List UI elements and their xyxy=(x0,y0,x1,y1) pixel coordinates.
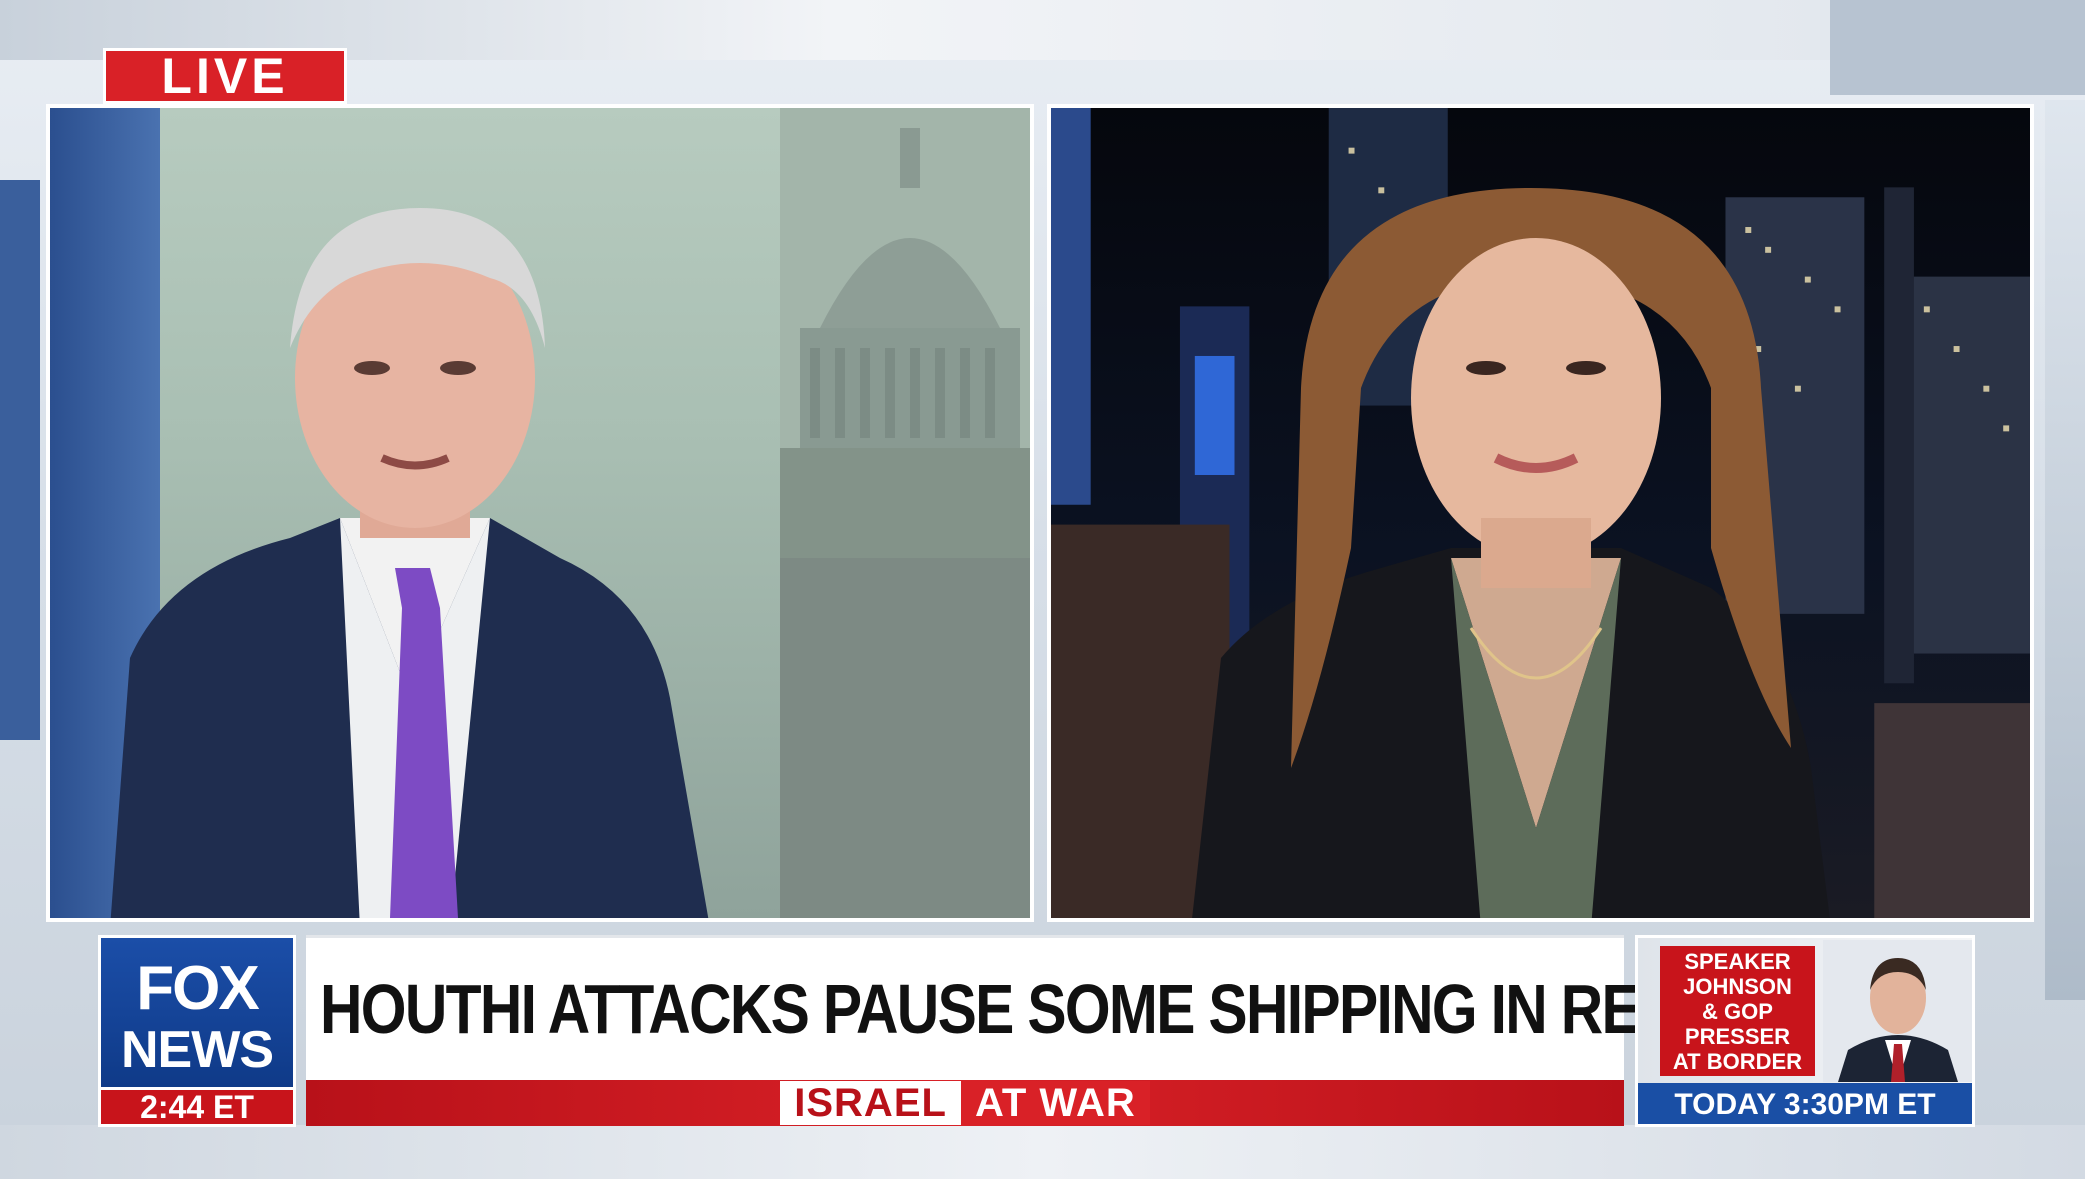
ticker-israel-label: ISRAEL xyxy=(780,1081,961,1125)
lower-third-banner: FOX NEWS 2:44 ET HOUTHI ATTACKS PAUSE SO… xyxy=(98,930,1980,1128)
city-night-scene xyxy=(1051,108,2030,918)
topic-ticker: ISRAEL AT WAR xyxy=(306,1080,1624,1126)
headline-text: HOUTHI ATTACKS PAUSE SOME SHIPPING IN RE… xyxy=(320,970,1812,1048)
anchor-person-image xyxy=(110,208,709,918)
studio-scene xyxy=(50,108,1030,918)
logo-news-text: NEWS xyxy=(121,1021,274,1079)
guest-person-image xyxy=(1192,188,1830,918)
speaker-portrait-image xyxy=(1823,940,1972,1082)
promo-title: SPEAKER JOHNSON & GOP PRESSER AT BORDER xyxy=(1660,946,1815,1076)
ticker-at-war-label: AT WAR xyxy=(960,1081,1150,1125)
upcoming-promo: SPEAKER JOHNSON & GOP PRESSER AT BORDER … xyxy=(1635,935,1975,1127)
video-feed-anchor[interactable] xyxy=(46,104,1034,922)
video-feed-guest[interactable] xyxy=(1047,104,2034,922)
capitol-dome-image xyxy=(780,108,1030,918)
time-clock: 2:44 ET xyxy=(98,1087,296,1127)
headline-panel: HOUTHI ATTACKS PAUSE SOME SHIPPING IN RE… xyxy=(306,935,1812,1080)
live-badge: LIVE xyxy=(103,48,347,104)
logo-fox-text: FOX xyxy=(136,954,259,1023)
promo-time: TODAY 3:30PM ET xyxy=(1638,1083,1972,1124)
fox-news-logo: FOX NEWS xyxy=(98,935,296,1090)
